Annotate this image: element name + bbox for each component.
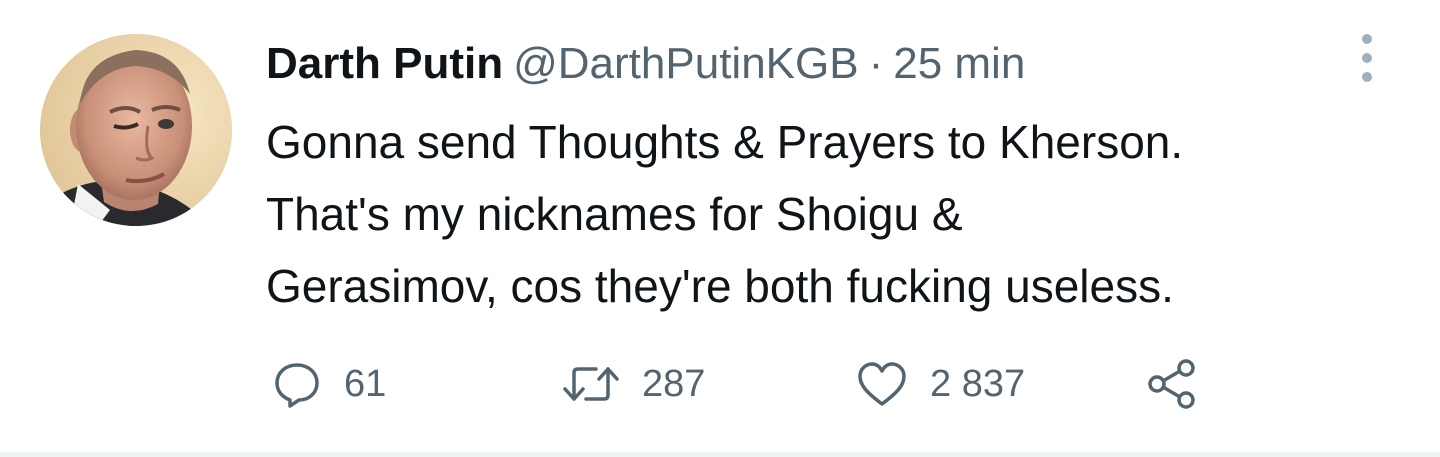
tweet-actions: 61 287 2 837 (272, 352, 1272, 416)
more-options-button[interactable] (1352, 30, 1382, 86)
retweet-icon (563, 367, 619, 401)
tweet-header: Darth Putin @DarthPutinKGB · 25 min (266, 36, 1025, 92)
retweet-count: 287 (642, 362, 706, 405)
reply-button[interactable]: 61 (272, 352, 386, 416)
tweet-text-line: That's my nicknames for Shoigu & (266, 188, 963, 240)
share-button[interactable] (1144, 352, 1200, 416)
like-count: 2 837 (930, 362, 1026, 405)
divider (0, 452, 1440, 457)
author-handle[interactable]: @DarthPutinKGB (513, 39, 858, 88)
tweet-text-line: Gerasimov, cos they're both fucking usel… (266, 260, 1174, 312)
tweet-text-line: Gonna send Thoughts & Prayers to Kherson… (266, 116, 1184, 168)
more-icon-dot (1362, 72, 1372, 82)
reply-count: 61 (344, 362, 387, 405)
tweet-text: Gonna send Thoughts & Prayers to Kherson… (266, 106, 1416, 322)
more-icon-dot (1362, 53, 1372, 63)
avatar[interactable] (40, 34, 232, 226)
like-button[interactable]: 2 837 (856, 352, 1025, 416)
avatar-image (40, 34, 232, 226)
share-icon (1148, 359, 1195, 409)
separator-dot: · (868, 39, 884, 88)
author-name[interactable]: Darth Putin (266, 39, 503, 88)
reply-icon (275, 363, 319, 408)
tweet-timestamp[interactable]: 25 min (893, 39, 1025, 88)
more-icon-dot (1362, 34, 1372, 44)
tweet-card[interactable]: Darth Putin @DarthPutinKGB · 25 min Gonna s… (0, 0, 1440, 452)
heart-icon (858, 362, 906, 406)
retweet-button[interactable]: 287 (562, 352, 705, 416)
